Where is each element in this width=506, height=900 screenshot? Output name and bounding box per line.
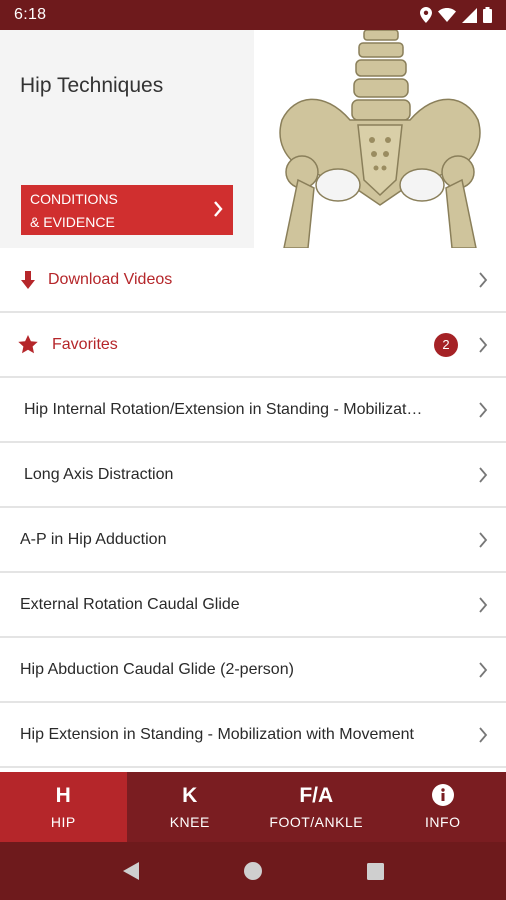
conditions-button-line1: CONDITIONS <box>30 191 118 207</box>
download-videos-label: Download Videos <box>48 270 173 288</box>
chevron-right-icon <box>479 466 488 483</box>
system-nav-bar <box>0 842 506 900</box>
chevron-right-icon <box>479 726 488 743</box>
favorites-count-badge: 2 <box>434 332 458 357</box>
back-icon[interactable] <box>111 851 151 891</box>
battery-icon <box>483 7 492 23</box>
location-icon <box>420 7 432 23</box>
page-title: Hip Techniques <box>20 74 164 97</box>
recents-icon[interactable] <box>355 851 395 891</box>
download-arrow-icon <box>8 270 48 289</box>
system-icons <box>420 7 492 23</box>
technique-label: Long Axis Distraction <box>24 465 174 483</box>
tab-knee[interactable]: K KNEE <box>127 772 254 842</box>
knee-glyph: K <box>182 784 198 807</box>
chevron-right-icon <box>214 201 223 217</box>
pelvis-illustration <box>254 30 506 248</box>
tab-label: HIP <box>50 814 76 830</box>
chevron-right-icon <box>479 401 488 418</box>
technique-label: A-P in Hip Adduction <box>20 530 167 548</box>
chevron-right-icon <box>479 271 488 288</box>
home-icon[interactable] <box>233 851 273 891</box>
technique-row[interactable]: Long Axis Distraction <box>0 443 506 508</box>
favorites-row[interactable]: Favorites 2 <box>0 313 506 378</box>
technique-label: Hip Abduction Caudal Glide (2-person) <box>20 660 294 678</box>
star-icon <box>8 335 48 354</box>
tab-label: INFO <box>425 814 461 830</box>
hero-banner: Hip Techniques CONDITIONS & EVIDENCE <box>0 30 506 248</box>
status-bar: 6:18 <box>0 0 506 30</box>
bottom-tab-bar: H HIP K KNEE F/A FOOT/ANKLE INFO <box>0 772 506 842</box>
info-icon <box>431 784 454 808</box>
chevron-right-icon <box>479 531 488 548</box>
technique-label: External Rotation Caudal Glide <box>20 595 240 613</box>
technique-row[interactable]: Hip Extension in Standing - Mobilization… <box>0 703 506 768</box>
download-videos-row[interactable]: Download Videos <box>0 248 506 313</box>
conditions-button-line2: & EVIDENCE <box>30 214 115 230</box>
tab-label: FOOT/ANKLE <box>269 814 364 830</box>
tab-info[interactable]: INFO <box>380 772 506 842</box>
technique-row[interactable]: Hip Abduction Caudal Glide (2-person) <box>0 638 506 703</box>
technique-row[interactable]: Hip Internal Rotation/Extension in Stand… <box>0 378 506 443</box>
signal-icon <box>462 7 477 23</box>
conditions-evidence-button[interactable]: CONDITIONS & EVIDENCE <box>21 185 233 235</box>
status-time: 6:18 <box>14 6 47 23</box>
technique-label: Hip Internal Rotation/Extension in Stand… <box>24 400 423 418</box>
chevron-right-icon <box>479 661 488 678</box>
technique-label: Hip Extension in Standing - Mobilization… <box>20 725 414 743</box>
technique-row[interactable]: External Rotation Caudal Glide <box>0 573 506 638</box>
chevron-right-icon <box>479 336 488 353</box>
tab-foot-ankle[interactable]: F/A FOOT/ANKLE <box>253 772 380 842</box>
foot-ankle-glyph: F/A <box>299 784 334 807</box>
hip-glyph: H <box>55 784 71 807</box>
tab-label: KNEE <box>169 814 210 830</box>
tab-hip[interactable]: H HIP <box>0 772 127 842</box>
chevron-right-icon <box>479 596 488 613</box>
favorites-label: Favorites <box>52 335 118 353</box>
technique-list: Download Videos Favorites 2 Hip Internal… <box>0 248 506 768</box>
technique-row[interactable]: A-P in Hip Adduction <box>0 508 506 573</box>
wifi-icon <box>438 8 456 22</box>
